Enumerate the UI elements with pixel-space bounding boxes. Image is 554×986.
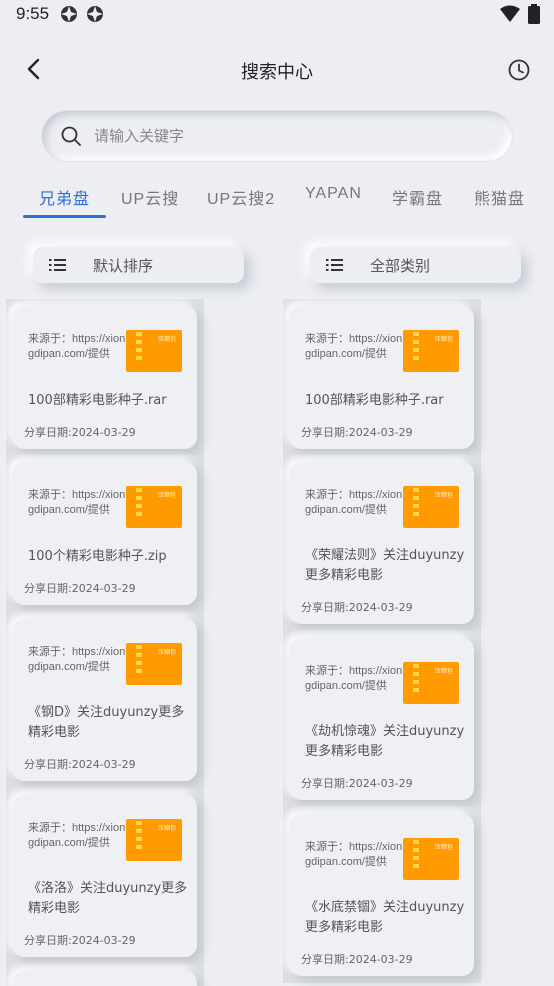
status-app-icon: [87, 6, 103, 22]
card-date: 分享日期:2024-03-29: [24, 758, 136, 771]
archive-thumbnail: 压缩包: [126, 819, 182, 861]
search-bar[interactable]: [42, 111, 512, 161]
sort-filter[interactable]: 默认排序: [33, 247, 244, 283]
active-tab-indicator: [23, 215, 106, 218]
card-file-name: 100部精彩电影种子.rar: [305, 393, 444, 408]
category-label: 全部类别: [370, 257, 431, 275]
search-icon: [61, 126, 81, 146]
card-file-name: 《钢D》关注duyunzy更多精彩电影: [28, 705, 185, 740]
result-card[interactable]: 来源于：https://xiongdipan.com/提供 压缩包 100部精彩…: [12, 306, 197, 449]
search-input[interactable]: [94, 111, 494, 161]
card-file-name: 100个精彩电影种子.zip: [28, 549, 167, 564]
card-source: 来源于：https://xiongdipan.com/提供: [28, 646, 126, 673]
result-card[interactable]: 来源于：https://xiongdipan.com/提供 压缩包 《荣耀法则》…: [289, 462, 474, 624]
card-date: 分享日期:2024-03-29: [24, 934, 136, 947]
card-source: 来源于：https://xiongdipan.com/提供: [305, 841, 403, 868]
tab-yapan[interactable]: YAPAN: [305, 185, 362, 203]
result-card[interactable]: 来源于：https://xiongdipan.com/提供 压缩包 《钢D》关注…: [12, 619, 197, 781]
tab-upyunsou[interactable]: UP云搜: [121, 185, 179, 209]
category-filter[interactable]: 全部类别: [310, 247, 521, 283]
card-date: 分享日期:2024-03-29: [301, 426, 413, 439]
card-date: 分享日期:2024-03-29: [24, 426, 136, 439]
archive-thumbnail: 压缩包: [126, 643, 182, 685]
result-card[interactable]: 来源于：https://xiongdipan.com/提供 压缩包 100个精彩…: [12, 462, 197, 605]
status-bar: 9:55: [0, 0, 554, 30]
card-date: 分享日期:2024-03-29: [24, 582, 136, 595]
result-card[interactable]: 来源于：https://xiongdipan.com/提供 压缩包 《劫机惊魂》…: [289, 638, 474, 800]
card-source: 来源于：https://xiongdipan.com/提供: [305, 489, 403, 516]
card-source: 来源于：https://xiongdipan.com/提供: [305, 665, 403, 692]
card-date: 分享日期:2024-03-29: [301, 601, 413, 614]
card-file-name: 《荣耀法则》关注duyunzy更多精彩电影: [305, 548, 465, 583]
archive-thumbnail: 压缩包: [403, 662, 459, 704]
sort-label: 默认排序: [93, 257, 154, 275]
result-card[interactable]: 来源于：https://xiongdipan.com/提供 压缩包 《水底禁锢》…: [289, 814, 474, 976]
card-file-name: 《水底禁锢》关注duyunzy更多精彩电影: [305, 900, 465, 935]
archive-thumbnail: 压缩包: [403, 838, 459, 880]
result-card[interactable]: 来源于：https://xiongdipan.com/提供 压缩包 《洛洛》关注…: [12, 795, 197, 957]
card-source: 来源于：https://xiongdipan.com/提供: [28, 333, 126, 360]
card-source: 来源于：https://xiongdipan.com/提供: [28, 822, 126, 849]
status-app-icon: [61, 6, 77, 22]
card-date: 分享日期:2024-03-29: [301, 777, 413, 790]
status-time: 9:55: [16, 4, 50, 23]
card-source: 来源于：https://xiongdipan.com/提供: [28, 489, 126, 516]
card-date: 分享日期:2024-03-29: [301, 953, 413, 966]
archive-thumbnail: 压缩包: [126, 486, 182, 528]
tab-upyunsou2[interactable]: UP云搜2: [207, 185, 275, 209]
page-title: 搜索中心: [241, 62, 313, 83]
tab-xiongmaopan[interactable]: 熊猫盘: [474, 185, 525, 209]
list-icon: [326, 259, 343, 271]
list-icon: [49, 259, 66, 271]
archive-thumbnail: 压缩包: [126, 330, 182, 372]
tab-xiongdipan[interactable]: 兄弟盘: [39, 185, 90, 209]
archive-thumbnail: 压缩包: [403, 486, 459, 528]
battery-icon: [528, 4, 540, 24]
card-file-name: 100部精彩电影种子.rar: [28, 393, 167, 408]
clock-history-icon[interactable]: [505, 56, 533, 84]
wifi-icon: [500, 5, 520, 22]
card-file-name: 《洛洛》关注duyunzy更多精彩电影: [28, 881, 188, 916]
result-card[interactable]: 来源于：https://xiongdipan.com/提供 压缩包 100部精彩…: [289, 306, 474, 449]
tab-xuebapan[interactable]: 学霸盘: [392, 185, 443, 209]
result-card-partial[interactable]: [12, 971, 197, 986]
archive-thumbnail: 压缩包: [403, 330, 459, 372]
card-source: 来源于：https://xiongdipan.com/提供: [305, 333, 403, 360]
card-file-name: 《劫机惊魂》关注duyunzy更多精彩电影: [305, 724, 465, 759]
